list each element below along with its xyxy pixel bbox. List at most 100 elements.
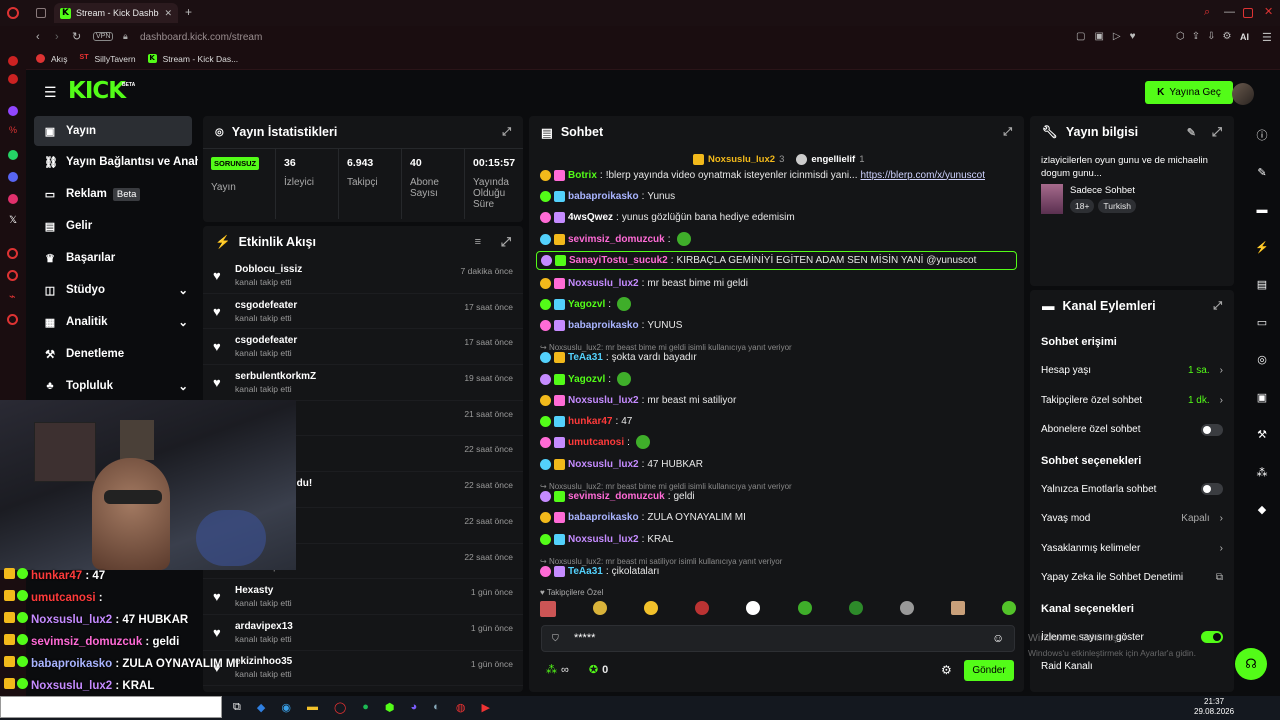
tab-menu-icon[interactable] (36, 8, 46, 18)
nav-item-gelir[interactable]: ▤ Gelir (34, 210, 198, 242)
forward-icon[interactable]: › (55, 31, 59, 43)
twitch-icon[interactable] (8, 106, 18, 116)
chat-username[interactable]: hunkar47 (568, 416, 612, 427)
taskbar-search-box[interactable] (0, 696, 222, 718)
emote-icon[interactable] (797, 601, 812, 615)
opera-logo-icon[interactable] (7, 7, 19, 19)
chat-message[interactable]: sevimsiz_domuzcuk: geldi (540, 489, 1010, 503)
emotes-only-toggle[interactable] (1201, 483, 1223, 496)
edit-icon[interactable]: ✎ (1187, 126, 1196, 139)
nav-item-reklam[interactable]: ▭ Reklam Beta (34, 178, 198, 210)
app-icon[interactable]: ◍ (456, 701, 466, 714)
sidebar-app-icon[interactable] (8, 56, 18, 66)
expand-icon[interactable]: ⤢ (502, 126, 511, 139)
url-field[interactable]: dashboard.kick.com/stream (140, 32, 262, 43)
chat-link[interactable]: https://blerp.com/x/yunuscot (860, 170, 985, 181)
app-icon[interactable]: ⬢ (385, 701, 395, 714)
chat-message[interactable]: 4wsQwez: yunus gözlüğün bana hediye edem… (540, 210, 1010, 224)
chat-message[interactable]: babaproikasko: ZULA OYNAYALIM MI (540, 510, 1010, 524)
edit-icon[interactable]: ✎ (1244, 154, 1280, 192)
pinned-user[interactable]: engellielif (811, 154, 855, 165)
chat-username[interactable]: SanayiTostu_sucuk2 (569, 255, 668, 266)
wrench-icon[interactable]: ⚒ (1244, 416, 1280, 454)
bookmark-kick[interactable]: Stream - Kick Das... (163, 54, 239, 64)
chat-username[interactable]: sevimsiz_domuzcuk (568, 491, 665, 502)
app-icon[interactable]: ◆ (257, 701, 265, 714)
ai-moderation-row[interactable]: Yapay Zeka ile Sohbet Denetimi ⧉ (1030, 563, 1234, 593)
chat-username[interactable]: Noxsuslu_lux2 (568, 278, 639, 289)
new-tab-icon[interactable]: + (185, 5, 192, 19)
sidebar-app-icon[interactable] (8, 74, 18, 84)
feed-item[interactable]: ♥ csgodefeater kanalı takip etti 17 saat ön… (203, 329, 523, 366)
category-thumbnail[interactable] (1041, 184, 1063, 214)
emote-icon[interactable] (848, 601, 863, 615)
chat-input[interactable]: ⛉ ***** ☺ (541, 625, 1015, 652)
chat-username[interactable]: babaproikasko (568, 191, 639, 202)
steam-icon[interactable]: ◐ (433, 701, 440, 714)
chat-icon[interactable]: ▭ (1244, 304, 1280, 342)
expand-icon[interactable]: ⤢ (1003, 126, 1012, 139)
chat-username[interactable]: babaproikasko (568, 320, 639, 331)
whatsapp-icon[interactable] (8, 150, 18, 160)
list-icon[interactable]: ▤ (1244, 266, 1280, 304)
vpn-badge[interactable]: VPN (93, 32, 114, 41)
emote-icon[interactable] (695, 601, 710, 615)
chat-message[interactable]: Yagozvl: (540, 372, 1010, 386)
card-icon[interactable]: ▬ (1244, 191, 1280, 229)
category-name[interactable]: Sadece Sohbet (1070, 185, 1136, 196)
close-window-icon[interactable]: ✕ (1264, 5, 1273, 18)
instagram-icon[interactable] (8, 194, 18, 204)
chat-message[interactable]: Botrix: !blerp yayında video oynatmak is… (540, 168, 1010, 182)
task-view-icon[interactable]: ⧉ (233, 701, 241, 714)
avatar[interactable] (1232, 83, 1254, 105)
emote-icon[interactable] (644, 601, 659, 615)
chat-username[interactable]: babaproikasko (568, 512, 639, 523)
chat-username[interactable]: Botrix (568, 170, 597, 181)
feed-item[interactable]: ♥ ekizinhoo35 kanalı takip etti 1 gün önce (203, 651, 523, 687)
expand-icon[interactable]: ⤢ (1212, 125, 1222, 140)
edge-icon[interactable]: ◉ (281, 701, 291, 714)
chat-username[interactable]: umutcanosi (568, 437, 624, 448)
chat-username[interactable]: TeAa31 (568, 352, 603, 363)
chat-username[interactable]: Yagozvl (568, 374, 605, 385)
feed-item[interactable]: ♥ Hexasty kanalı takip etti 1 gün önce (203, 579, 523, 615)
chat-message[interactable]: SanayiTostu_sucuk2: KIRBAÇLA GEMİNİYİ EG… (536, 251, 1017, 270)
search-icon[interactable]: ⌕ (1204, 6, 1210, 19)
emote-icon[interactable] (899, 601, 914, 615)
extension-icons[interactable]: ▢▣▷♥ (1076, 31, 1145, 42)
expand-icon[interactable]: ⤢ (1213, 300, 1222, 313)
nav-item-studyo[interactable]: ◫ Stüdyo ⌄ (34, 274, 198, 306)
nav-item-denetleme[interactable]: ⚒ Denetleme (34, 338, 198, 370)
emote-icon[interactable] (593, 601, 608, 615)
feed-item[interactable]: ♥ serbulentkorkmZ kanalı takip etti 19 saat… (203, 365, 523, 401)
minimize-icon[interactable]: — (1224, 6, 1235, 18)
info-icon[interactable]: ⓘ (1244, 116, 1280, 154)
nav-item-basarilar[interactable]: ♛ Başarılar (34, 242, 198, 274)
bookmark-sillytavern[interactable]: SillyTavern (94, 54, 135, 64)
record-icon[interactable]: ▶ (481, 701, 489, 714)
chat-message[interactable]: Noxsuslu_lux2: mr beast mi satiliyor (540, 393, 1010, 407)
ai-button[interactable]: AI (1240, 32, 1249, 42)
chat-username[interactable]: Yagozvl (568, 299, 605, 310)
feed-item[interactable]: ♥ csgodefeater kanalı takip etti 17 saat ön… (203, 294, 523, 330)
emote-icon[interactable] (1001, 601, 1016, 615)
discord-icon[interactable]: ◕ (411, 701, 418, 714)
window-icon[interactable]: ▣ (1244, 379, 1280, 417)
chat-message[interactable]: Noxsuslu_lux2: mr beast bime mi geldi (540, 276, 1010, 290)
send-button[interactable]: Gönder (964, 660, 1014, 681)
pinned-user[interactable]: Noxsuslu_lux2 (708, 154, 775, 165)
expand-icon[interactable]: ⤢ (501, 235, 511, 250)
settings-icon[interactable] (7, 314, 18, 325)
chat-message[interactable]: Noxsuslu_lux2: KRAL (540, 532, 1010, 546)
account-age-row[interactable]: Hesap yaşı 1 sa. › (1030, 356, 1234, 386)
emote-icon[interactable] (746, 601, 761, 615)
banned-words-row[interactable]: Yasaklanmış kelimeler › (1030, 534, 1234, 564)
toolbar-icons[interactable]: ⬡⇪⇩⚙ (1176, 31, 1238, 42)
history-icon[interactable] (7, 248, 18, 259)
go-live-button[interactable]: K Yayına Geç (1145, 81, 1233, 104)
spotify-icon[interactable]: ● (362, 701, 369, 714)
chat-message[interactable]: TeAa31: şokta vardı bayadır (540, 350, 1010, 364)
viewer-count-toggle[interactable] (1201, 631, 1223, 644)
hamburger-icon[interactable]: ☰ (44, 84, 57, 101)
chat-message[interactable]: TeAa31: çikolataları (540, 564, 1010, 578)
